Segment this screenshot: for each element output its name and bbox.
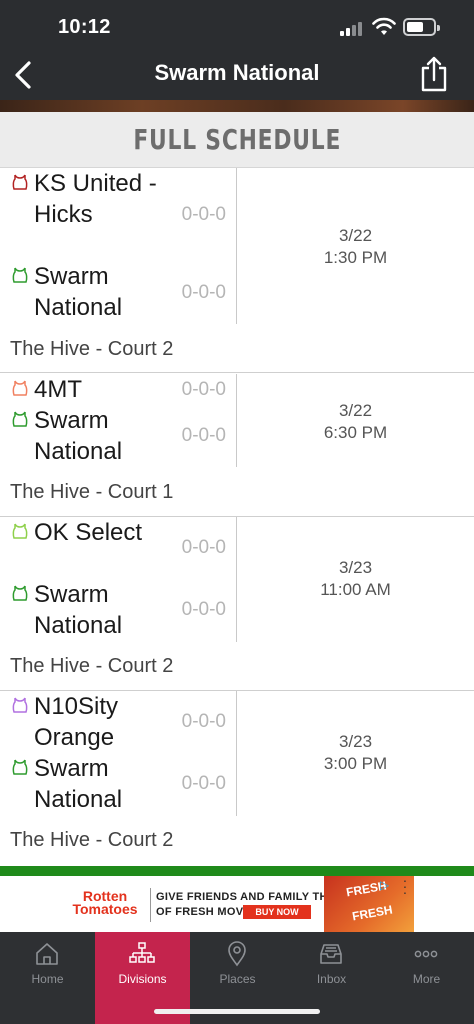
team-jersey-icon xyxy=(12,759,28,775)
more-dots-icon xyxy=(414,950,438,958)
game-date: 3/23 xyxy=(338,558,373,577)
game-venue: The Hive - Court 2 xyxy=(10,655,174,677)
ad-choices-icon[interactable]: ▷ xyxy=(380,878,394,892)
wifi-icon xyxy=(372,17,396,35)
team-jersey-icon xyxy=(12,523,28,539)
game-row[interactable]: KS United -Hicks 0-0-0 Swarm National 0-… xyxy=(0,168,474,373)
inbox-icon xyxy=(320,944,342,964)
ad-logo: Rotten Tomatoes xyxy=(72,888,138,917)
game-datetime: 3/23 3:00 PM xyxy=(237,731,474,775)
team-name: Swarm National xyxy=(34,581,123,639)
ad-buy-now-button[interactable]: BUY NOW xyxy=(243,905,311,919)
page-title: Swarm National xyxy=(154,60,320,85)
tab-label: More xyxy=(412,972,441,986)
schedule-header: FULL SCHEDULE xyxy=(0,112,474,168)
game-time: 6:30 PM xyxy=(323,423,388,442)
battery-icon xyxy=(403,18,440,36)
team-name: OK Select xyxy=(34,519,143,546)
team-jersey-icon xyxy=(12,585,28,601)
team-jersey-icon xyxy=(12,267,28,283)
share-icon[interactable] xyxy=(418,54,450,94)
tab-label: Places xyxy=(219,972,256,986)
team-record: 0-0-0 xyxy=(181,425,226,446)
game-date: 3/22 xyxy=(338,401,373,420)
game-venue: The Hive - Court 1 xyxy=(10,481,174,503)
ad-separator xyxy=(150,888,151,922)
game-date: 3/23 xyxy=(338,732,373,751)
game-datetime: 3/22 6:30 PM xyxy=(237,400,474,444)
ad-banner[interactable]: Rotten Tomatoes GIVE FRIENDS AND FAMILY … xyxy=(0,873,474,932)
game-venue: The Hive - Court 2 xyxy=(10,829,174,851)
tab-label: Inbox xyxy=(316,972,347,986)
team-record: 0-0-0 xyxy=(181,282,226,303)
map-pin-icon xyxy=(228,941,246,967)
ad-art-text: FRESH xyxy=(351,902,394,924)
game-venue: The Hive - Court 2 xyxy=(10,338,174,360)
game-date: 3/22 xyxy=(338,226,373,245)
home-indicator[interactable] xyxy=(154,1009,320,1014)
team-record: 0-0-0 xyxy=(181,773,226,794)
game-row[interactable]: 4MT 0-0-0 Swarm National 0-0-0 3/22 6:30… xyxy=(0,374,474,517)
team-record: 0-0-0 xyxy=(181,599,226,620)
game-row[interactable]: OK Select 0-0-0 Swarm National 0-0-0 3/2… xyxy=(0,517,474,691)
tab-home[interactable]: Home xyxy=(0,932,95,1024)
game-datetime: 3/23 11:00 AM xyxy=(237,557,474,601)
game-datetime: 3/22 1:30 PM xyxy=(237,225,474,269)
game-time: 1:30 PM xyxy=(323,248,388,267)
home-icon xyxy=(36,943,58,965)
game-time: 3:00 PM xyxy=(323,754,388,773)
tab-label: Home xyxy=(31,972,64,986)
team-name: Swarm National xyxy=(34,755,123,813)
team-record: 0-0-0 xyxy=(181,379,226,400)
tab-label: Divisions xyxy=(118,972,167,986)
team-name: Swarm National xyxy=(34,407,123,465)
team-jersey-icon xyxy=(12,697,28,713)
top-bar: 10:12 Swarm National xyxy=(0,0,474,100)
team-record: 0-0-0 xyxy=(181,204,226,225)
team-name: Swarm National xyxy=(34,263,123,321)
status-time: 10:12 xyxy=(58,16,111,38)
team-jersey-icon xyxy=(12,380,28,396)
ad-menu-icon[interactable]: · · · xyxy=(400,873,410,899)
schedule-header-label: FULL SCHEDULE xyxy=(133,123,341,156)
game-row[interactable]: N10Sity Orange 0-0-0 Swarm National 0-0-… xyxy=(0,691,474,866)
team-name: KS United -Hicks xyxy=(34,170,157,228)
team-name: 4MT xyxy=(34,376,82,403)
cellular-signal-icon xyxy=(340,20,366,36)
game-time: 11:00 AM xyxy=(320,580,391,599)
team-jersey-icon xyxy=(12,174,28,190)
team-name: N10Sity Orange xyxy=(34,693,119,751)
team-record: 0-0-0 xyxy=(181,711,226,732)
team-jersey-icon xyxy=(12,411,28,427)
org-chart-icon xyxy=(129,942,155,963)
team-record: 0-0-0 xyxy=(181,537,226,558)
header-banner-strip xyxy=(0,100,474,112)
tab-more[interactable]: More xyxy=(379,932,474,1024)
